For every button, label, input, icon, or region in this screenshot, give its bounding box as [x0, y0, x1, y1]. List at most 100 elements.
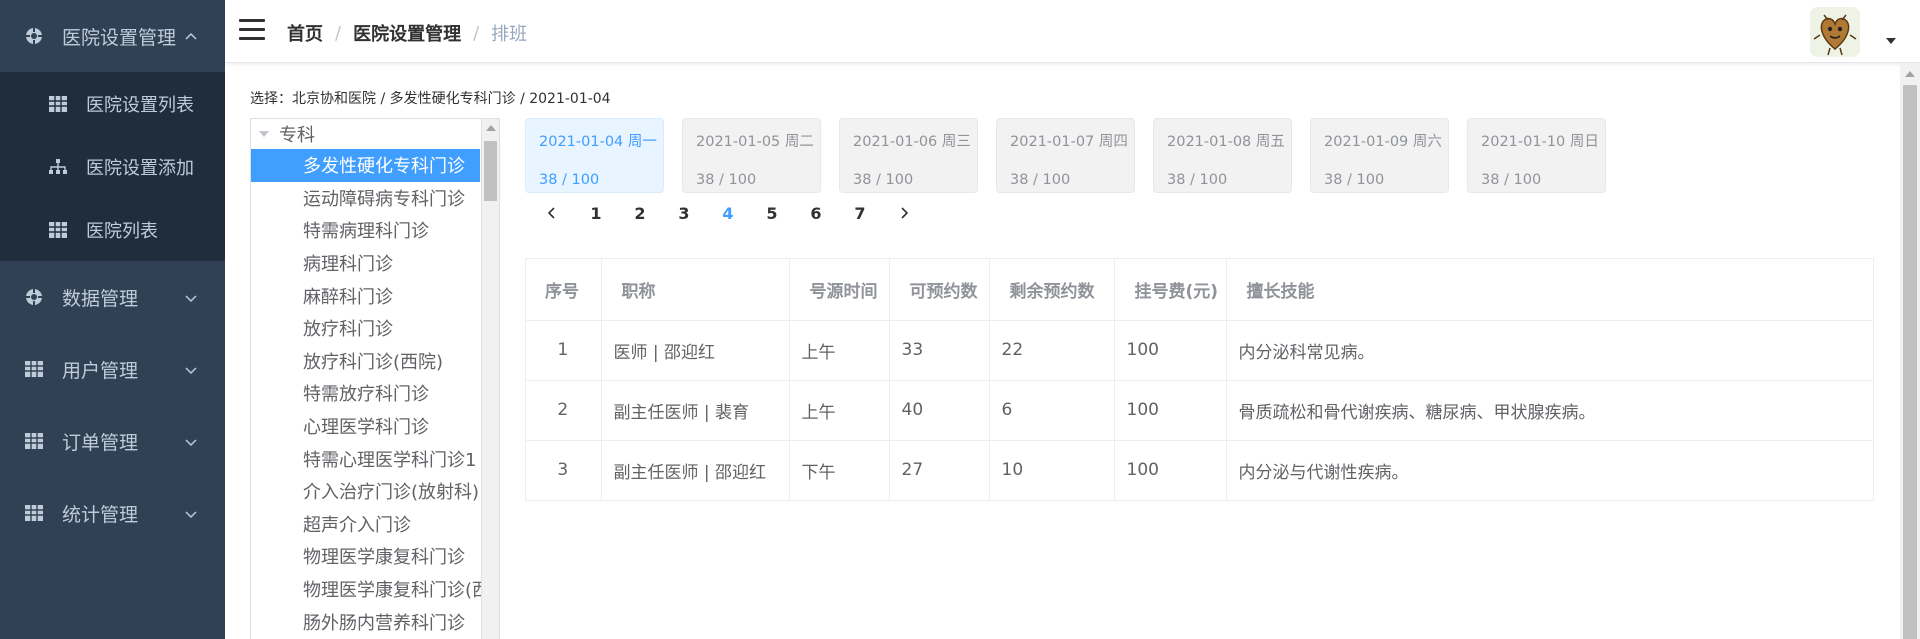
table-cell: 100: [1114, 380, 1227, 441]
date-card[interactable]: 2021-01-09 周六 38 / 100: [1310, 118, 1449, 193]
page-number-button[interactable]: 4: [706, 204, 750, 223]
tree-node[interactable]: 心理医学科门诊: [251, 410, 499, 443]
tree-node[interactable]: 病理科门诊: [251, 247, 499, 280]
menu-label: 用户管理: [62, 359, 139, 382]
date-card-count: 38 / 100: [853, 172, 914, 188]
scroll-up-arrow-icon[interactable]: [486, 125, 496, 131]
date-card-date: 2021-01-08 周五: [1167, 134, 1285, 150]
prev-page-button[interactable]: [530, 201, 574, 225]
table-header-row: 序号 职称 号源时间 可预约数 剩余预约数 挂号费(元) 擅长技能: [526, 259, 1873, 321]
table-row: 3 副主任医师 | 邵迎红 下午 27 10 100 内分泌与代谢性疾病。: [526, 440, 1873, 500]
page-number-button[interactable]: 6: [794, 204, 838, 223]
date-card[interactable]: 2021-01-07 周四 38 / 100: [996, 118, 1135, 193]
tree-node[interactable]: 特需病理科门诊: [251, 214, 499, 247]
date-card[interactable]: 2021-01-08 周五 38 / 100: [1153, 118, 1292, 193]
settings-icon: [24, 287, 44, 307]
date-card-date: 2021-01-06 周三: [853, 134, 971, 150]
tree-node[interactable]: 放疗科门诊(西院): [251, 345, 499, 378]
date-card[interactable]: 2021-01-04 周一 38 / 100: [525, 118, 664, 193]
scrollbar-thumb[interactable]: [1903, 85, 1917, 639]
page-number-button[interactable]: 7: [838, 204, 882, 223]
page-number-button[interactable]: 5: [750, 204, 794, 223]
tree-scrollbar[interactable]: [481, 119, 499, 639]
menu-user-management[interactable]: 用户管理: [0, 333, 225, 405]
grid-table-icon: [48, 220, 68, 240]
table-cell: 下午: [789, 440, 890, 500]
page-number-button[interactable]: 2: [618, 204, 662, 223]
date-card-date: 2021-01-10 周日: [1481, 134, 1599, 150]
date-card-count: 38 / 100: [696, 172, 757, 188]
tree-node[interactable]: 麻醉科门诊: [251, 279, 499, 312]
chevron-down-icon: [183, 505, 199, 521]
table-row: 1 医师 | 邵迎红 上午 33 22 100 内分泌科常见病。: [526, 320, 1873, 381]
page-number-button[interactable]: 1: [574, 204, 618, 223]
col-header-time: 号源时间: [789, 259, 890, 321]
tree-node[interactable]: 介入治疗门诊(放射科): [251, 475, 499, 508]
date-card[interactable]: 2021-01-10 周日 38 / 100: [1467, 118, 1606, 193]
selection-path: 选择：北京协和医院 / 多发性硬化专科门诊 / 2021-01-04: [250, 91, 611, 107]
tree-root-label: 专科: [279, 125, 315, 146]
department-tree: 专科 多发性硬化专科门诊 运动障碍病专科门诊 特需病理科门诊 病理科门诊 麻醉科门诊 放疗…: [250, 118, 500, 639]
menu-item-hospital-settings-add[interactable]: 医院设置添加: [0, 135, 225, 198]
date-card-count: 38 / 100: [539, 172, 600, 188]
tree-node[interactable]: 肠外肠内营养科门诊: [251, 605, 499, 638]
page-scrollbar[interactable]: [1900, 63, 1920, 639]
tree-node[interactable]: 放疗科门诊: [251, 312, 499, 345]
avatar-icon: [1810, 7, 1860, 57]
table-cell: 100: [1114, 320, 1227, 381]
tree-node[interactable]: 超声介入门诊: [251, 508, 499, 541]
hamburger-menu-icon[interactable]: [239, 19, 265, 43]
scrollbar-thumb[interactable]: [484, 141, 497, 201]
date-card-date: 2021-01-04 周一: [539, 134, 657, 150]
table-cell: 1: [526, 320, 602, 381]
date-card-count: 38 / 100: [1324, 172, 1385, 188]
date-card[interactable]: 2021-01-06 周三 38 / 100: [839, 118, 978, 193]
avatar[interactable]: [1810, 7, 1860, 57]
menu-order-management[interactable]: 订单管理: [0, 405, 225, 477]
table-cell: 内分泌科常见病。: [1226, 320, 1873, 381]
col-header-title: 职称: [601, 259, 790, 321]
caret-down-icon[interactable]: [1886, 38, 1896, 44]
table-cell: 副主任医师 | 裴育: [601, 380, 790, 441]
chevron-right-icon: [901, 207, 909, 219]
menu-item-hospital-list[interactable]: 医院列表: [0, 198, 225, 261]
breadcrumb-separator: /: [335, 22, 342, 44]
chevron-down-icon: [183, 289, 199, 305]
date-card-count: 38 / 100: [1481, 172, 1542, 188]
breadcrumb-home[interactable]: 首页: [287, 20, 323, 46]
tree-node[interactable]: 特需放疗科门诊: [251, 377, 499, 410]
menu-hospital-settings[interactable]: 医院设置管理: [0, 0, 225, 72]
table-row: 2 副主任医师 | 裴育 上午 40 6 100 骨质疏松和骨代谢疾病、糖尿病、甲状腺疾病。: [526, 380, 1873, 441]
tree-root-node[interactable]: 专科: [251, 119, 499, 149]
table-cell: 3: [526, 440, 602, 500]
breadcrumb-separator: /: [473, 22, 480, 44]
table-cell: 内分泌与代谢性疾病。: [1238, 462, 1409, 483]
table-cell: 22: [989, 320, 1115, 381]
pagination: 1234567: [530, 201, 926, 225]
tree-node[interactable]: 多发性硬化专科门诊: [251, 149, 480, 182]
date-card[interactable]: 2021-01-05 周二 38 / 100: [682, 118, 821, 193]
menu-data-management[interactable]: 数据管理: [0, 261, 225, 333]
next-page-button[interactable]: [882, 201, 926, 225]
sidebar: 医院设置管理 医院设置列表 医院设置添加 医院列表 数据管理 用户管理 订单管理…: [0, 0, 225, 639]
tree-node[interactable]: 物理医学康复科门诊: [251, 540, 499, 573]
menu-item-label: 医院列表: [86, 220, 158, 242]
menu-statistics-management[interactable]: 统计管理: [0, 477, 225, 549]
table-cell: 100: [1114, 440, 1227, 500]
page-number-button[interactable]: 3: [662, 204, 706, 223]
col-header-remaining: 剩余预约数: [989, 259, 1115, 321]
table-cell: 2: [526, 380, 602, 441]
col-header-index: 序号: [526, 259, 602, 321]
table-cell: 医师 | 邵迎红: [601, 320, 790, 381]
col-header-skills: 擅长技能: [1226, 259, 1873, 321]
breadcrumb-hospital-settings[interactable]: 医院设置管理: [353, 20, 461, 46]
table-cell: 上午: [789, 380, 890, 441]
caret-down-icon[interactable]: [259, 131, 269, 137]
schedule-table: 序号 职称 号源时间 可预约数 剩余预约数 挂号费(元) 擅长技能 1 医师 | …: [525, 258, 1874, 501]
scroll-up-arrow-icon[interactable]: [1905, 71, 1915, 77]
tree-node[interactable]: 运动障碍病专科门诊: [251, 182, 499, 215]
tree-node[interactable]: 特需心理医学科门诊1: [251, 442, 499, 475]
table-cell: 6: [989, 380, 1115, 441]
menu-item-hospital-settings-list[interactable]: 医院设置列表: [0, 72, 225, 135]
tree-node[interactable]: 物理医学康复科门诊(西: [251, 573, 499, 606]
